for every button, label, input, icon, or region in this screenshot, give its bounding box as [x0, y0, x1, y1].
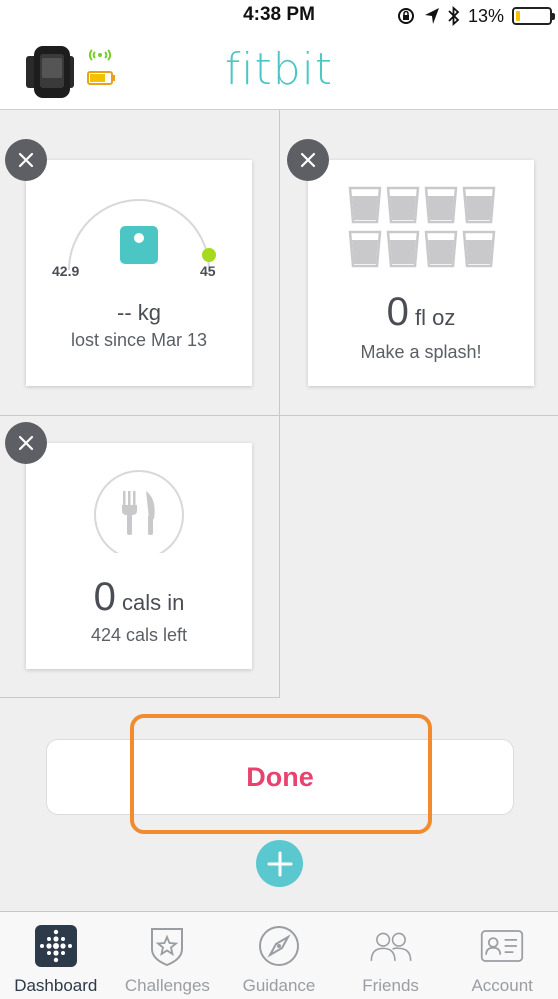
dashboard-icon [34, 924, 78, 968]
location-arrow-icon [424, 8, 439, 24]
tab-label: Account [471, 976, 533, 995]
battery-percent: 13% [467, 5, 504, 26]
tab-label: Challenges [124, 976, 210, 995]
remove-weight-tile-button[interactable] [5, 139, 47, 181]
plus-icon [267, 851, 292, 876]
remove-water-tile-button[interactable] [287, 139, 329, 181]
water-value-line: 0 fl oz [308, 290, 534, 335]
remove-food-tile-button[interactable] [5, 422, 47, 464]
food-tile[interactable]: 0 cals in 424 cals left [26, 443, 252, 669]
challenges-icon [145, 924, 189, 968]
rotation-lock-icon [397, 8, 414, 24]
tab-friends[interactable]: Friends [335, 912, 447, 999]
close-icon [18, 435, 34, 451]
water-glasses-icon [348, 186, 496, 268]
grid-divider [0, 415, 558, 416]
friends-icon [369, 924, 413, 968]
close-icon [18, 152, 34, 168]
highlight-box [130, 714, 432, 834]
food-value-line: 0 cals in [26, 575, 252, 620]
food-value: 0 [93, 575, 116, 619]
bluetooth-icon [448, 6, 460, 26]
account-icon [480, 924, 524, 968]
water-unit: fl oz [415, 305, 456, 330]
food-unit: cals in [122, 590, 185, 615]
tab-label: Friends [362, 976, 419, 995]
status-icons: 13% [396, 5, 555, 27]
weight-start-label: 42.9 [52, 263, 80, 279]
weight-progress-arc [68, 199, 216, 271]
weight-tile[interactable]: 42.9 45 -- kg lost since Mar 13 [26, 160, 252, 386]
grid-divider [279, 110, 280, 698]
weight-value: -- kg [117, 300, 161, 325]
fitbit-logo: fitbit [224, 44, 334, 95]
add-tile-button[interactable] [256, 840, 303, 887]
water-tile[interactable]: 0 fl oz Make a splash! [308, 160, 534, 386]
water-value: 0 [386, 290, 409, 334]
tab-label: Dashboard [14, 976, 98, 995]
tab-bar: Dashboard Challenges Guidance Friends Ac… [0, 911, 558, 999]
fork-knife-icon [94, 470, 184, 553]
food-subtitle: 424 cals left [90, 625, 188, 645]
battery-fill [516, 11, 520, 21]
compass-icon [257, 924, 301, 968]
tab-account[interactable]: Account [446, 912, 558, 999]
tab-label: Guidance [242, 976, 316, 995]
status-bar: 4:38 PM 13% [0, 0, 558, 34]
dashboard-grid: 42.9 45 -- kg lost since Mar 13 0 fl oz … [0, 110, 558, 698]
app-header: fitbit [0, 34, 558, 110]
tab-dashboard[interactable]: Dashboard [0, 912, 112, 999]
water-subtitle: Make a splash! [360, 342, 482, 362]
weight-goal-label: 45 [200, 263, 216, 279]
tab-guidance[interactable]: Guidance [223, 912, 335, 999]
tab-challenges[interactable]: Challenges [112, 912, 224, 999]
battery-icon [512, 7, 555, 25]
grid-divider [0, 697, 280, 698]
weight-subtitle: lost since Mar 13 [70, 330, 208, 350]
close-icon [300, 152, 316, 168]
